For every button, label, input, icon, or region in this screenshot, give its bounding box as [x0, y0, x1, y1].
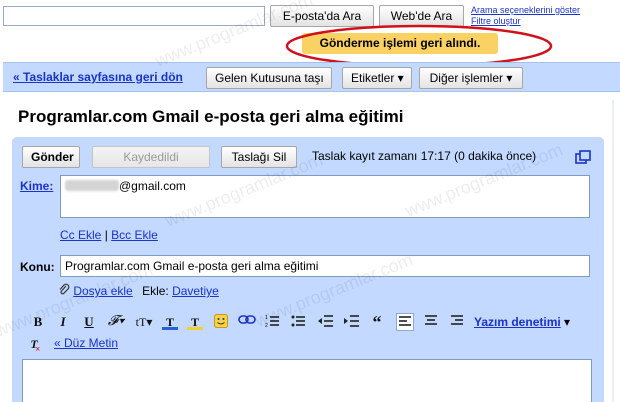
svg-text:1: 1 [265, 315, 268, 321]
text-color-icon[interactable]: T [162, 314, 178, 330]
bold-icon[interactable]: B [30, 314, 46, 330]
draft-status: Taslak kayıt zamanı 17:17 (0 dakika önce… [312, 149, 537, 163]
align-center-icon[interactable] [423, 314, 439, 330]
right-edge-divider [612, 100, 614, 402]
font-size-icon[interactable]: tT▾ [134, 314, 154, 330]
subject-field[interactable]: Programlar.com Gmail e-posta geri alma e… [60, 255, 590, 277]
add-cc-link[interactable]: Cc Ekle [60, 228, 101, 242]
paperclip-icon [58, 283, 70, 295]
to-field[interactable]: @gmail.com [60, 175, 590, 218]
formatting-toolbar: B I U 𝓕▾ tT▾ T T 12 “ Yazım denetimi ▾ T… [12, 312, 604, 354]
bulleted-list-icon[interactable] [290, 314, 306, 330]
to-value: @gmail.com [119, 179, 186, 193]
move-to-inbox-button[interactable]: Gelen Kutusuna taşı [206, 67, 332, 89]
cc-bcc-row: Cc Ekle | Bcc Ekle [60, 228, 158, 242]
back-to-drafts-link[interactable]: « Taslaklar sayfasına geri dön [13, 70, 183, 84]
search-options-link[interactable]: Arama seçeneklerini göster [471, 5, 580, 15]
subject-label: Konu: [20, 260, 55, 274]
spellcheck-control: Yazım denetimi ▾ [474, 315, 570, 329]
page-title: Programlar.com Gmail e-posta geri alma e… [18, 107, 404, 126]
saved-button: Kaydedildi [92, 146, 210, 168]
invitation-link[interactable]: Davetiye [172, 284, 219, 298]
align-right-icon[interactable] [449, 314, 465, 330]
highlight-color-icon[interactable]: T [187, 314, 203, 330]
spellcheck-link[interactable]: Yazım denetimi [474, 315, 561, 329]
indent-less-icon[interactable] [317, 314, 333, 330]
plain-text-link[interactable]: « Düz Metin [54, 336, 118, 350]
spellcheck-dropdown-icon[interactable]: ▾ [564, 315, 570, 329]
add-bcc-link[interactable]: Bcc Ekle [111, 228, 158, 242]
numbered-list-icon[interactable]: 12 [264, 314, 280, 330]
action-bar: « Taslaklar sayfasına geri dön Gelen Kut… [3, 62, 620, 92]
compose-panel: Gönder Kaydedildi Taslağı Sil Taslak kay… [12, 137, 604, 402]
search-input[interactable] [3, 6, 265, 26]
attach-row: Dosya ekle Ekle: Davetiye [58, 283, 219, 298]
link-icon[interactable] [238, 314, 256, 330]
underline-icon[interactable]: U [81, 314, 97, 330]
quote-icon[interactable]: “ [369, 313, 385, 331]
message-body-editor[interactable] [22, 359, 592, 402]
attach-file-link[interactable]: Dosya ekle [73, 284, 132, 298]
svg-text:2: 2 [265, 323, 268, 328]
delete-draft-button[interactable]: Taslağı Sil [221, 146, 297, 168]
italic-icon[interactable]: I [55, 314, 71, 330]
indent-more-icon[interactable] [343, 314, 359, 330]
labels-button[interactable]: Etiketler ▾ [342, 67, 412, 89]
insert-label: Ekle: [142, 284, 169, 298]
blurred-recipient-name [65, 180, 119, 191]
emoticon-icon[interactable] [213, 314, 229, 330]
font-icon[interactable]: 𝓕▾ [106, 314, 126, 330]
to-label[interactable]: Kime: [20, 179, 53, 193]
align-left-icon[interactable] [396, 313, 414, 331]
popout-icon[interactable] [575, 150, 591, 164]
cc-bcc-separator: | [104, 228, 108, 242]
send-button[interactable]: Gönder [22, 146, 80, 168]
more-actions-button[interactable]: Diğer işlemler ▾ [419, 67, 523, 89]
remove-formatting-icon[interactable]: T × [26, 336, 42, 354]
